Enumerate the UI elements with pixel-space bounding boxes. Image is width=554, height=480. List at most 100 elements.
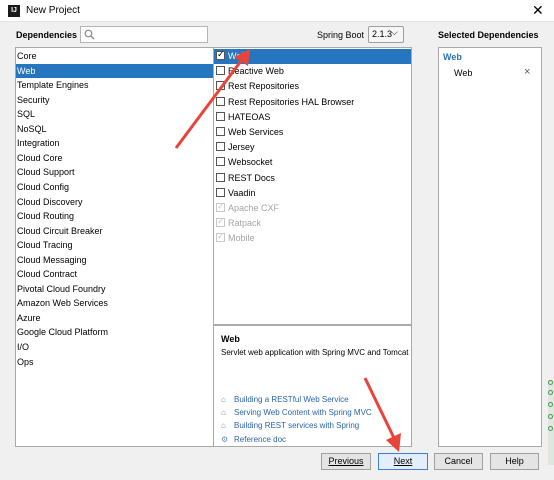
category-item[interactable]: Google Cloud Platform xyxy=(16,325,214,339)
dependency-item: Ratpack xyxy=(214,216,411,231)
guide-link[interactable]: ⚙ Reference doc xyxy=(221,433,286,446)
app-icon: IJ xyxy=(8,5,20,17)
guide-link[interactable]: ⌂ Building a RESTful Web Service xyxy=(221,393,349,406)
remove-dependency-icon[interactable]: × xyxy=(524,66,530,78)
dependency-item[interactable]: Vaadin xyxy=(214,186,411,201)
guide-link[interactable]: ⌂ Serving Web Content with Spring MVC xyxy=(221,406,372,419)
category-item[interactable]: Cloud Support xyxy=(16,165,214,179)
guide-icon: ⌂ xyxy=(221,421,226,431)
status-dot-icon xyxy=(548,402,553,407)
dependency-label: Mobile xyxy=(228,233,255,244)
dependency-label: REST Docs xyxy=(228,172,275,183)
category-item[interactable]: Cloud Messaging xyxy=(16,253,214,267)
category-item[interactable]: Azure xyxy=(16,311,214,325)
category-item[interactable]: Cloud Routing xyxy=(16,209,214,223)
next-button[interactable]: Next xyxy=(378,453,428,470)
dependency-checkbox[interactable] xyxy=(216,142,225,152)
dependency-list[interactable]: Web Reactive Web Rest Repositories Rest Rep… xyxy=(213,47,412,325)
dependency-item[interactable]: REST Docs xyxy=(214,171,411,186)
dependency-label: Ratpack xyxy=(228,218,262,229)
selected-dependencies-panel xyxy=(438,47,542,447)
background-window-edge xyxy=(548,380,554,465)
search-icon xyxy=(84,29,95,40)
dependency-checkbox[interactable] xyxy=(216,49,225,60)
category-item[interactable]: Ops xyxy=(16,355,214,369)
dependency-item[interactable]: Reactive Web xyxy=(214,64,411,79)
dependency-checkbox[interactable] xyxy=(216,172,225,182)
dependency-item[interactable]: Rest Repositories HAL Browser xyxy=(214,95,411,110)
dependency-item[interactable]: Jersey xyxy=(214,140,411,155)
description-text: Servlet web application with Spring MVC … xyxy=(221,348,409,357)
description-title: Web xyxy=(221,334,240,344)
dependency-label: Web xyxy=(228,51,247,61)
dependency-checkbox xyxy=(216,216,225,228)
dependency-item: Apache CXF xyxy=(214,201,411,216)
selected-dependency-item: Web xyxy=(454,68,473,78)
cancel-button[interactable]: Cancel xyxy=(434,453,483,470)
guide-icon: ⌂ xyxy=(221,395,226,404)
status-dot-icon xyxy=(548,380,553,385)
dependency-label: Rest Repositories xyxy=(228,81,300,92)
category-item[interactable]: Cloud Circuit Breaker xyxy=(16,224,214,238)
help-button-label: Help xyxy=(505,456,524,466)
close-icon[interactable]: ✕ xyxy=(532,2,544,18)
dependency-label: HATEOAS xyxy=(228,111,271,122)
dependency-label: Websocket xyxy=(228,157,273,168)
dependency-item[interactable]: Web xyxy=(214,49,411,64)
category-list[interactable]: Core Web Template Engines Security SQL NoSQL I… xyxy=(15,47,214,447)
selected-group-title: Web xyxy=(443,52,462,62)
dependency-item[interactable]: Websocket xyxy=(214,155,411,170)
dependency-checkbox[interactable] xyxy=(216,157,225,167)
dependency-label: Web Services xyxy=(228,127,284,137)
status-dot-icon xyxy=(548,414,553,419)
previous-button[interactable]: Previous xyxy=(321,453,371,470)
category-item[interactable]: Template Engines xyxy=(16,78,214,92)
window-title: New Project xyxy=(26,5,80,16)
search-input[interactable] xyxy=(98,27,206,42)
dependency-item[interactable]: Rest Repositories xyxy=(214,79,411,94)
dependency-item[interactable]: HATEOAS xyxy=(214,110,411,125)
guide-link[interactable]: ⌂ Building REST services with Spring xyxy=(221,419,359,432)
dependency-label: Rest Repositories HAL Browser xyxy=(228,96,355,107)
dependency-label: Vaadin xyxy=(228,187,256,198)
reference-icon: ⚙ xyxy=(221,434,229,444)
dependency-checkbox[interactable] xyxy=(216,66,225,76)
status-dot-icon xyxy=(548,426,553,431)
category-item[interactable]: Cloud Core xyxy=(16,151,214,165)
category-item[interactable]: Cloud Discovery xyxy=(16,195,214,209)
previous-button-label: Previous xyxy=(328,456,364,466)
dependencies-label: Dependencies xyxy=(16,30,78,40)
category-item[interactable]: NoSQL xyxy=(16,122,214,136)
next-button-label: Next xyxy=(393,456,413,466)
guide-link-label: Building REST services with Spring xyxy=(234,421,360,431)
guide-icon: ⌂ xyxy=(221,408,226,418)
category-item[interactable]: Cloud Contract xyxy=(16,267,214,281)
dependency-label: Apache CXF xyxy=(228,203,280,213)
chevron-down-icon: ⌵ xyxy=(391,27,398,37)
category-item[interactable]: I/O xyxy=(16,340,214,354)
dependency-item: Mobile xyxy=(214,231,411,246)
dependency-checkbox[interactable] xyxy=(216,127,225,136)
category-item[interactable]: Web xyxy=(16,63,214,78)
status-dot-icon xyxy=(548,390,553,395)
title-bar xyxy=(0,0,554,22)
dependency-label: Jersey xyxy=(228,142,255,153)
category-item[interactable]: Integration xyxy=(16,136,214,150)
dependency-checkbox[interactable] xyxy=(216,187,225,197)
category-item[interactable]: Core xyxy=(16,49,214,63)
dependency-checkbox xyxy=(216,201,225,212)
category-item[interactable]: Amazon Web Services xyxy=(16,296,214,310)
category-item[interactable]: Cloud Config xyxy=(16,180,214,194)
dependency-checkbox[interactable] xyxy=(216,111,225,121)
help-button[interactable]: Help xyxy=(490,453,539,470)
dependency-item[interactable]: Web Services xyxy=(214,125,411,140)
category-item[interactable]: Pivotal Cloud Foundry xyxy=(16,282,214,296)
dependency-label: Reactive Web xyxy=(228,66,284,77)
dependency-checkbox[interactable] xyxy=(216,81,225,91)
dependency-checkbox[interactable] xyxy=(216,96,225,106)
category-item[interactable]: Security xyxy=(16,93,214,107)
category-item[interactable]: SQL xyxy=(16,107,214,121)
category-item[interactable]: Cloud Tracing xyxy=(16,238,214,252)
spring-boot-label: Spring Boot xyxy=(317,30,365,40)
guide-link-label: Serving Web Content with Spring MVC xyxy=(234,408,372,418)
